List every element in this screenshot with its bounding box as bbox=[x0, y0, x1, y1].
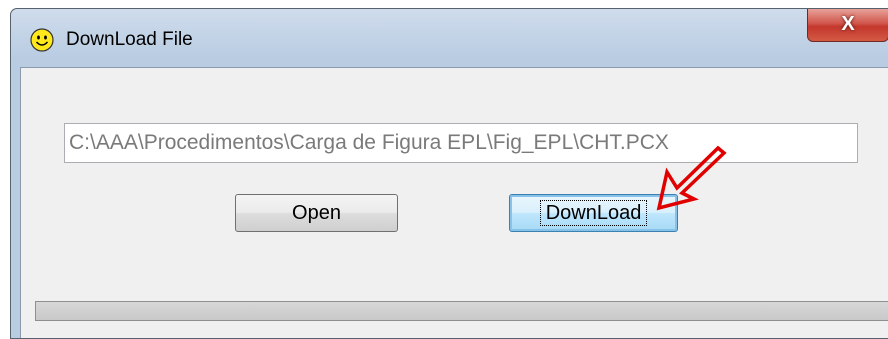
download-button-label: DownLoad bbox=[539, 200, 648, 226]
file-path-field[interactable] bbox=[64, 123, 858, 163]
close-button[interactable]: X bbox=[807, 9, 888, 42]
smiley-icon bbox=[30, 28, 54, 52]
title-bar[interactable]: DownLoad File X bbox=[11, 9, 888, 67]
download-file-window: DownLoad File X Open DownLoad bbox=[10, 8, 888, 339]
close-icon: X bbox=[841, 13, 855, 35]
download-button[interactable]: DownLoad bbox=[509, 194, 678, 232]
client-area: Open DownLoad bbox=[20, 67, 888, 338]
open-button[interactable]: Open bbox=[235, 194, 398, 232]
window-title: DownLoad File bbox=[66, 29, 193, 50]
progress-bar bbox=[35, 301, 888, 321]
open-button-label: Open bbox=[292, 201, 341, 224]
